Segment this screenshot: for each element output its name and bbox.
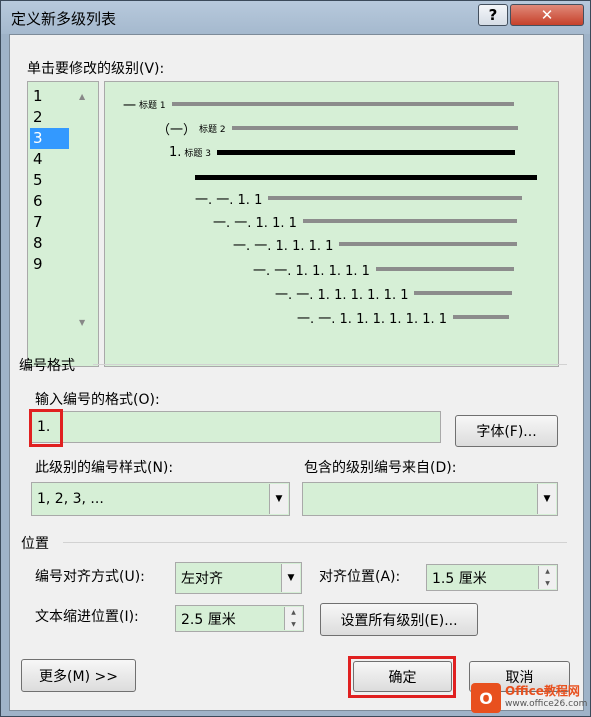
watermark: O Office教程网 www.office26.com <box>471 681 589 715</box>
preview-level-4: 一. 一. 1. 1 <box>195 191 523 208</box>
preview-level-3-cont <box>195 170 537 184</box>
preview-level-7-text: 一. 一. 1. 1. 1. 1. 1 <box>253 263 370 279</box>
watermark-line1: Office教程网 <box>505 684 580 698</box>
level-item-1[interactable]: 1 <box>30 86 69 107</box>
level-item-4[interactable]: 4 <box>30 149 69 170</box>
preview-level-1-prefix: 一 <box>123 98 137 114</box>
list-preview: 一 标题 1 （一） 标题 2 1. 标题 3 一. 一. 1. 1 一. 一.… <box>104 81 559 367</box>
preview-level-2-text: 标题 2 <box>199 124 226 135</box>
text-indent-spinner[interactable]: 2.5 厘米 ▲ ▼ <box>175 605 304 632</box>
spinner-buttons[interactable]: ▲ ▼ <box>538 566 556 589</box>
number-alignment-label: 编号对齐方式(U): <box>35 569 145 585</box>
number-style-combo[interactable]: 1, 2, 3, ... ▼ <box>31 482 290 516</box>
preview-line <box>339 242 518 246</box>
highlight-box <box>348 656 456 698</box>
level-item-5[interactable]: 5 <box>30 170 69 191</box>
dialog-title: 定义新多级列表 <box>11 10 117 28</box>
section-divider <box>63 542 567 543</box>
level-item-8[interactable]: 8 <box>30 233 69 254</box>
level-item-3[interactable]: 3 <box>30 128 69 149</box>
set-all-levels-button[interactable]: 设置所有级别(E)... <box>320 603 478 636</box>
define-multilevel-list-dialog: 定义新多级列表 ? ✕ 单击要修改的级别(V): 1 2 3 4 5 6 7 8… <box>0 0 591 717</box>
level-list-label: 单击要修改的级别(V): <box>27 61 165 77</box>
align-at-spinner[interactable]: 1.5 厘米 ▲ ▼ <box>426 564 558 591</box>
number-format-input[interactable]: 1. <box>31 411 441 443</box>
text-indent-value: 2.5 厘米 <box>181 611 236 628</box>
number-style-value: 1, 2, 3, ... <box>37 491 104 507</box>
preview-level-4-text: 一. 一. 1. 1 <box>195 192 263 208</box>
help-button[interactable]: ? <box>478 4 508 26</box>
preview-level-1: 一 标题 1 <box>123 97 514 114</box>
preview-level-3: 1. 标题 3 <box>169 144 515 160</box>
more-button[interactable]: 更多(M) >> <box>21 659 136 692</box>
preview-level-3-text: 标题 3 <box>184 148 211 159</box>
highlight-box <box>29 409 63 447</box>
align-at-label: 对齐位置(A): <box>319 569 401 585</box>
watermark-line2: www.office26.com <box>505 699 588 709</box>
level-item-9[interactable]: 9 <box>30 254 69 275</box>
chevron-down-icon[interactable]: ▼ <box>537 484 556 514</box>
level-listbox[interactable]: 1 2 3 4 5 6 7 8 9 ▲ ▼ <box>27 81 99 367</box>
preview-line <box>453 315 510 319</box>
text-indent-label: 文本缩进位置(I): <box>35 609 139 625</box>
preview-line <box>302 219 517 223</box>
preview-level-1-text: 标题 1 <box>139 100 166 111</box>
level-item-6[interactable]: 6 <box>30 191 69 212</box>
section-divider <box>93 364 567 365</box>
position-section-title: 位置 <box>21 536 49 552</box>
include-level-combo[interactable]: ▼ <box>302 482 558 516</box>
close-button[interactable]: ✕ <box>510 4 584 26</box>
level-item-7[interactable]: 7 <box>30 212 69 233</box>
scroll-up-icon[interactable]: ▲ <box>79 92 85 101</box>
preview-level-2: （一） 标题 2 <box>157 121 518 138</box>
watermark-text: Office教程网 www.office26.com <box>505 685 587 711</box>
spin-down-icon[interactable]: ▼ <box>285 619 302 631</box>
preview-line <box>268 196 523 200</box>
spin-up-icon[interactable]: ▲ <box>285 607 302 619</box>
font-button[interactable]: 字体(F)... <box>455 415 558 447</box>
office-logo-icon: O <box>471 683 501 713</box>
preview-line <box>171 102 514 106</box>
preview-level-8-text: 一. 一. 1. 1. 1. 1. 1. 1 <box>275 287 409 303</box>
number-alignment-value: 左对齐 <box>181 571 223 587</box>
preview-line <box>195 174 537 180</box>
preview-level-2-prefix: （一） <box>157 122 197 138</box>
number-format-section-title: 编号格式 <box>19 358 75 374</box>
title-bar: 定义新多级列表 ? ✕ <box>1 1 590 34</box>
preview-level-5: 一. 一. 1. 1. 1 <box>213 214 517 231</box>
preview-line <box>414 291 513 295</box>
number-alignment-combo[interactable]: 左对齐 ▼ <box>175 562 302 594</box>
format-input-label: 输入编号的格式(O): <box>35 392 160 408</box>
preview-level-6: 一. 一. 1. 1. 1. 1 <box>233 237 518 254</box>
preview-level-9: 一. 一. 1. 1. 1. 1. 1. 1. 1 <box>297 310 510 327</box>
spinner-buttons[interactable]: ▲ ▼ <box>284 607 302 630</box>
include-level-label: 包含的级别编号来自(D): <box>304 460 457 476</box>
preview-line <box>217 149 515 155</box>
preview-line <box>231 126 518 130</box>
preview-level-9-text: 一. 一. 1. 1. 1. 1. 1. 1. 1 <box>297 311 448 327</box>
chevron-down-icon[interactable]: ▼ <box>269 484 288 514</box>
scroll-down-icon[interactable]: ▼ <box>79 318 85 327</box>
preview-level-3-prefix: 1. <box>169 144 182 160</box>
chevron-down-icon[interactable]: ▼ <box>281 564 300 592</box>
level-item-2[interactable]: 2 <box>30 107 69 128</box>
preview-line <box>375 267 514 271</box>
number-style-label: 此级别的编号样式(N): <box>35 460 174 476</box>
align-at-value: 1.5 厘米 <box>432 570 487 587</box>
spin-down-icon[interactable]: ▼ <box>539 578 556 590</box>
preview-level-5-text: 一. 一. 1. 1. 1 <box>213 215 297 231</box>
spin-up-icon[interactable]: ▲ <box>539 566 556 578</box>
preview-level-6-text: 一. 一. 1. 1. 1. 1 <box>233 238 334 254</box>
preview-level-7: 一. 一. 1. 1. 1. 1. 1 <box>253 262 514 279</box>
preview-level-8: 一. 一. 1. 1. 1. 1. 1. 1 <box>275 286 513 303</box>
